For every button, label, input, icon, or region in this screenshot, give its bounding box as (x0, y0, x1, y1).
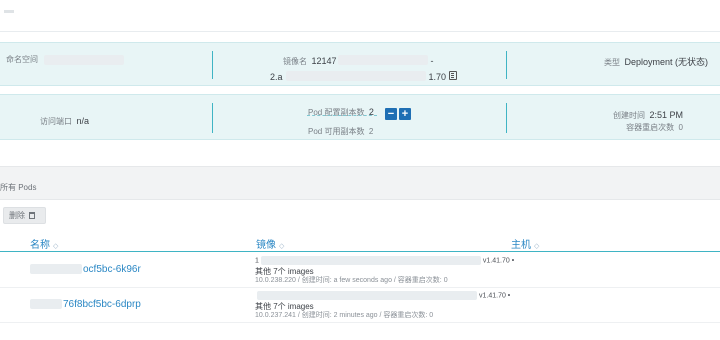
pod-name-text: ocf5bc-6k96r (83, 264, 141, 275)
namespace-value-redacted (44, 55, 124, 65)
table-row: 76f8bcf5bc-6dprp v1.41.70 • 其他 7个 images… (0, 288, 720, 323)
copy-icon[interactable] (449, 71, 458, 81)
type-value: Deployment (无状态) (624, 57, 708, 67)
pod-image: 1 v1.41.70 • (255, 256, 515, 265)
column-image[interactable]: 镜像 ◇ (256, 236, 284, 251)
delete-button[interactable]: 删除 (3, 207, 46, 224)
pod-available-value: 2 (368, 127, 374, 136)
pod-name-link[interactable]: 76f8bcf5bc-6dprp (30, 299, 141, 310)
divider (212, 51, 213, 79)
summary-panel-bottom: 访问端口 n/a Pod 配置副本数 2 Pod 可用副本数 2 − + 创建时… (0, 94, 720, 140)
port-label: 访问端口 (40, 117, 72, 126)
pods-title: 所有 Pods (0, 183, 37, 192)
image-line2-end: 1.70 (428, 72, 447, 82)
pod-image-redacted (260, 256, 481, 265)
pod-image-head: 1 (255, 257, 259, 265)
port-value: n/a (76, 116, 89, 126)
pod-image-tail: v1.41.70 (482, 257, 510, 265)
pod-name-link[interactable]: ocf5bc-6k96r (30, 264, 141, 275)
pod-name-redacted (30, 264, 82, 275)
pod-available-label: Pod 可用副本数 (308, 127, 365, 136)
trash-icon (29, 212, 35, 219)
pod-name-text: 76f8bcf5bc-6dprp (63, 299, 141, 310)
minus-icon: − (387, 108, 395, 120)
type-info: 类型 Deployment (无状态) (604, 52, 708, 70)
image-redacted-2 (285, 70, 426, 81)
divider (506, 51, 507, 79)
column-image-label: 镜像 (256, 240, 276, 251)
type-label: 类型 (604, 58, 621, 67)
pod-image: v1.41.70 • (255, 291, 510, 300)
column-name-label: 名称 (30, 240, 50, 251)
column-host-label: 主机 (511, 240, 531, 251)
namespace-label: 命名空间 (6, 55, 38, 64)
divider (212, 103, 213, 133)
pod-name-redacted (30, 299, 62, 310)
image-label: 镜像名 (283, 57, 307, 66)
pod-image-tail: v1.41.70 (479, 292, 506, 300)
sort-icon: ◇ (534, 243, 540, 250)
restarts-label: 容器重启次数 (626, 123, 675, 132)
top-bar (0, 0, 720, 32)
sort-icon: ◇ (53, 243, 59, 250)
delete-label: 删除 (9, 211, 25, 220)
pods-section-header: 所有 Pods (0, 166, 720, 200)
pod-meta: 10.0.237.241 / 创建时间: 2 minutes ago / 容器重… (255, 312, 434, 319)
scale-down-button[interactable]: − (385, 108, 397, 120)
pod-config: Pod 配置副本数 2 (308, 102, 374, 120)
column-host[interactable]: 主机 ◇ (511, 236, 539, 251)
image-prefix: 12147 (311, 56, 337, 66)
pod-config-underline (307, 115, 377, 116)
pod-image-redacted (257, 291, 477, 300)
pod-meta: 10.0.238.220 / 创建时间: a few seconds ago /… (255, 277, 448, 284)
restarts-value: 0 (678, 123, 683, 132)
restart-count: 容器重启次数 0 (626, 117, 683, 135)
column-name[interactable]: 名称 ◇ (30, 236, 58, 251)
divider (506, 103, 507, 133)
port-info: 访问端口 n/a (40, 111, 89, 129)
table-header: 名称 ◇ 镜像 ◇ 主机 ◇ (0, 232, 720, 252)
pod-available: Pod 可用副本数 2 (308, 121, 373, 139)
top-bar-mark (4, 10, 14, 13)
image-dash: - (430, 56, 434, 66)
image-redacted-1 (338, 54, 429, 65)
table-row: ocf5bc-6k96r 1 v1.41.70 • 其他 7个 images 10… (0, 253, 720, 288)
sort-icon: ◇ (279, 243, 285, 250)
image-name-line2: 2.a 1.70 (270, 67, 458, 85)
scale-up-button[interactable]: + (399, 108, 411, 120)
plus-icon: + (401, 108, 409, 120)
image-line2-start: 2.a (270, 72, 283, 82)
summary-panel-top: 命名空间 镜像名 12147 - 2.a 1.70 类型 Deployment (无… (0, 42, 720, 86)
